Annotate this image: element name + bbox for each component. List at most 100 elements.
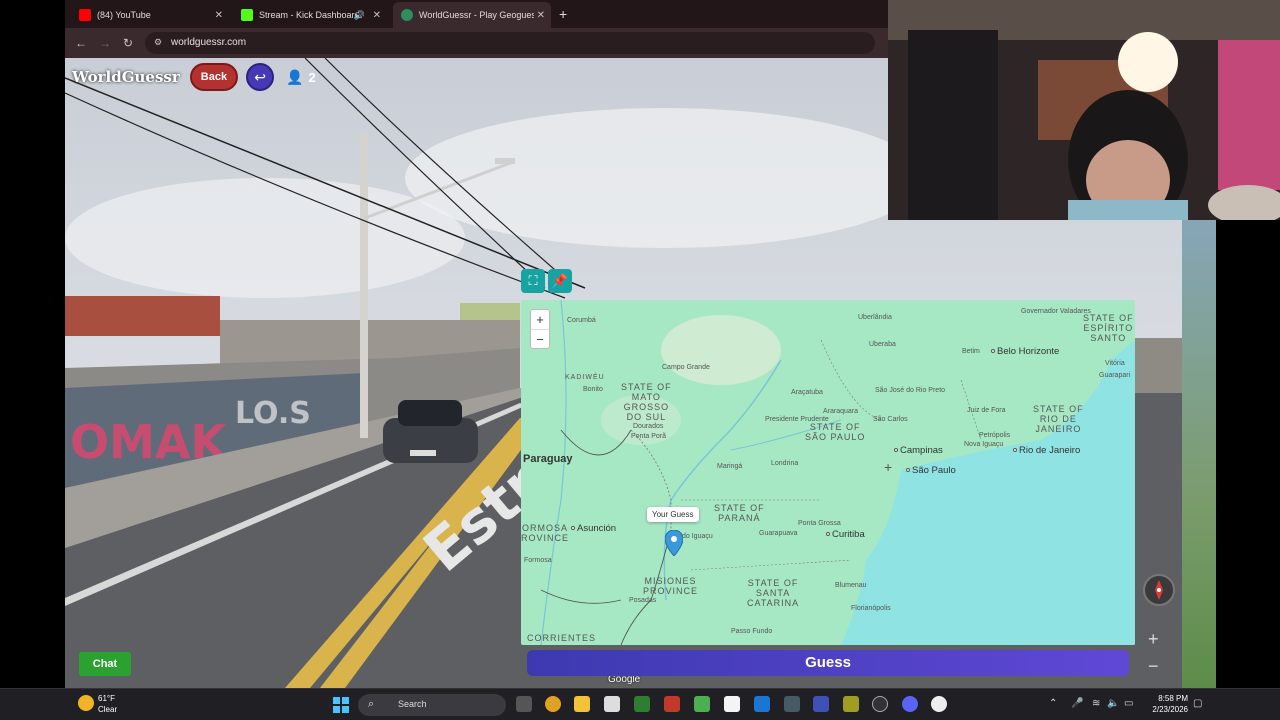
map-zoom-in-button[interactable]: + bbox=[531, 310, 549, 329]
close-icon[interactable]: ✕ bbox=[215, 10, 223, 21]
city-label: Nova Iguaçu bbox=[964, 441, 1004, 448]
app-icon[interactable] bbox=[813, 696, 829, 712]
city-label: Vitória bbox=[1105, 360, 1125, 367]
city-label: Guarapuava bbox=[759, 530, 798, 537]
city-label: Rio de Janeiro bbox=[1013, 445, 1080, 456]
weather-moon-icon bbox=[78, 695, 94, 711]
chrome-profile-icon[interactable] bbox=[931, 696, 947, 712]
app-icon[interactable] bbox=[694, 696, 710, 712]
province-label: CORRIENTES bbox=[527, 633, 597, 643]
speaker-icon[interactable]: 🔊 bbox=[354, 10, 365, 21]
city-label: Blumenau bbox=[835, 582, 867, 589]
store-icon[interactable] bbox=[604, 696, 620, 712]
taskbar-search[interactable]: ⌕ Search bbox=[358, 694, 506, 716]
province-label: ORMOSA ROVINCE bbox=[521, 523, 570, 543]
windows-start-icon[interactable] bbox=[333, 697, 349, 713]
close-icon[interactable]: ✕ bbox=[373, 10, 381, 21]
youtube-icon bbox=[79, 9, 91, 21]
chat-button[interactable]: Chat bbox=[79, 652, 131, 676]
expand-map-button[interactable]: ⛶ bbox=[521, 269, 545, 293]
city-label: Governador Valadares bbox=[1021, 308, 1091, 315]
player-count: 👤 2 bbox=[286, 69, 316, 86]
notepad-icon[interactable] bbox=[724, 696, 740, 712]
state-label: STATE OF SANTA CATARINA bbox=[747, 578, 800, 608]
file-explorer-icon[interactable] bbox=[574, 696, 590, 712]
tab-kick[interactable]: Stream - Kick Dashboard 🔊 ✕ bbox=[233, 2, 387, 28]
street-view-edge bbox=[1182, 220, 1216, 688]
city-label: Passo Fundo bbox=[731, 628, 773, 635]
clock[interactable]: 8:58 PM 2/23/2026 bbox=[1142, 693, 1188, 715]
app-icon[interactable] bbox=[664, 696, 680, 712]
weather-condition: Clear bbox=[98, 705, 118, 714]
city-label: São Paulo bbox=[906, 465, 956, 476]
volume-icon[interactable]: 🔈 bbox=[1107, 698, 1119, 709]
new-tab-button[interactable]: + bbox=[559, 6, 567, 22]
street-zoom-in-button[interactable]: + bbox=[1148, 629, 1159, 650]
chrome-icon[interactable] bbox=[545, 696, 561, 712]
city-label: Florianópolis bbox=[851, 605, 891, 612]
crosshair-cursor-icon: + bbox=[884, 459, 893, 475]
forward-arrow-icon[interactable]: → bbox=[99, 36, 111, 50]
city-label: Dourados bbox=[633, 423, 664, 430]
city-label: Bonito bbox=[583, 386, 603, 393]
guess-map[interactable]: Paraguay STATE OF MATO GROSSO DO SUL STA… bbox=[521, 300, 1135, 645]
site-info-icon[interactable]: ⚙ bbox=[154, 37, 162, 48]
notification-icon[interactable]: ▢ bbox=[1193, 698, 1202, 709]
tab-youtube[interactable]: (84) YouTube ✕ bbox=[71, 2, 229, 28]
city-label: Araçatuba bbox=[791, 389, 823, 396]
url-input[interactable]: ⚙ worldguessr.com bbox=[145, 32, 875, 54]
city-label: Corumbá bbox=[567, 317, 596, 324]
guess-button[interactable]: Guess bbox=[527, 650, 1129, 676]
city-label: São José do Rio Preto bbox=[875, 387, 946, 394]
obs-icon[interactable] bbox=[872, 696, 888, 712]
app-icon[interactable] bbox=[784, 696, 800, 712]
street-zoom-out-button[interactable]: − bbox=[1148, 656, 1159, 677]
back-arrow-icon[interactable]: ← bbox=[75, 36, 87, 50]
tab-worldguessr[interactable]: WorldGuessr - Play Geoguessr ✕ bbox=[393, 2, 551, 28]
wifi-icon[interactable]: ≋ bbox=[1092, 698, 1100, 709]
search-label: Search bbox=[398, 699, 427, 709]
city-label: Uberaba bbox=[869, 341, 896, 348]
tab-bar: (84) YouTube ✕ Stream - Kick Dashboard 🔊… bbox=[65, 0, 888, 28]
map-zoom-control: + − bbox=[530, 309, 550, 349]
state-label: STATE OF MATO GROSSO DO SUL bbox=[621, 382, 672, 422]
city-label: Londrina bbox=[771, 460, 799, 467]
back-button[interactable]: Back bbox=[189, 63, 239, 91]
city-label: Presidente Prudente bbox=[765, 416, 829, 423]
city-label: Guarapari bbox=[1099, 372, 1131, 379]
battery-icon[interactable]: ▭ bbox=[1124, 698, 1133, 709]
compass-icon[interactable] bbox=[1143, 574, 1175, 606]
app-icon[interactable] bbox=[634, 696, 650, 712]
return-icon[interactable]: ↩ bbox=[246, 63, 275, 91]
region-label: KADIWÉU bbox=[565, 374, 605, 381]
app-icon[interactable] bbox=[843, 696, 859, 712]
temperature: 61°F bbox=[98, 694, 115, 703]
reload-icon[interactable]: ↻ bbox=[123, 36, 133, 50]
globe-icon bbox=[401, 9, 413, 21]
time: 8:58 PM bbox=[1158, 694, 1188, 703]
webcam-overlay bbox=[888, 0, 1280, 220]
search-icon: ⌕ bbox=[368, 698, 375, 710]
city-label: Belo Horizonte bbox=[991, 346, 1059, 357]
tab-label: (84) YouTube bbox=[97, 10, 151, 20]
city-label: Posadas bbox=[629, 597, 657, 604]
user-icon: 👤 bbox=[286, 68, 304, 85]
your-guess-tooltip: Your Guess bbox=[647, 507, 699, 522]
discord-icon[interactable] bbox=[902, 696, 918, 712]
city-label: Campo Grande bbox=[662, 364, 710, 371]
pin-map-button[interactable]: 📌 bbox=[548, 269, 572, 293]
state-label: STATE OF SÃO PAULO bbox=[805, 422, 866, 442]
microphone-icon[interactable]: 🎤 bbox=[1071, 698, 1083, 709]
close-icon[interactable]: ✕ bbox=[537, 10, 545, 21]
chevron-up-icon[interactable]: ⌃ bbox=[1049, 698, 1057, 709]
browser-window: (84) YouTube ✕ Stream - Kick Dashboard 🔊… bbox=[65, 0, 888, 58]
weather-widget[interactable]: 61°F Clear bbox=[78, 693, 117, 715]
city-label: Asunción bbox=[571, 523, 616, 534]
windows-taskbar: 61°F Clear ⌕ Search ⌃ 🎤 ≋ 🔈 ▭ 8:58 PM 2/2… bbox=[0, 688, 1280, 720]
map-zoom-out-button[interactable]: − bbox=[531, 329, 549, 348]
tab-label: WorldGuessr - Play Geoguessr bbox=[419, 10, 534, 20]
worldguessr-logo: WorldGuessr bbox=[72, 68, 180, 86]
guess-marker-icon[interactable] bbox=[665, 530, 683, 556]
task-view-icon[interactable] bbox=[516, 696, 532, 712]
app-icon[interactable] bbox=[754, 696, 770, 712]
